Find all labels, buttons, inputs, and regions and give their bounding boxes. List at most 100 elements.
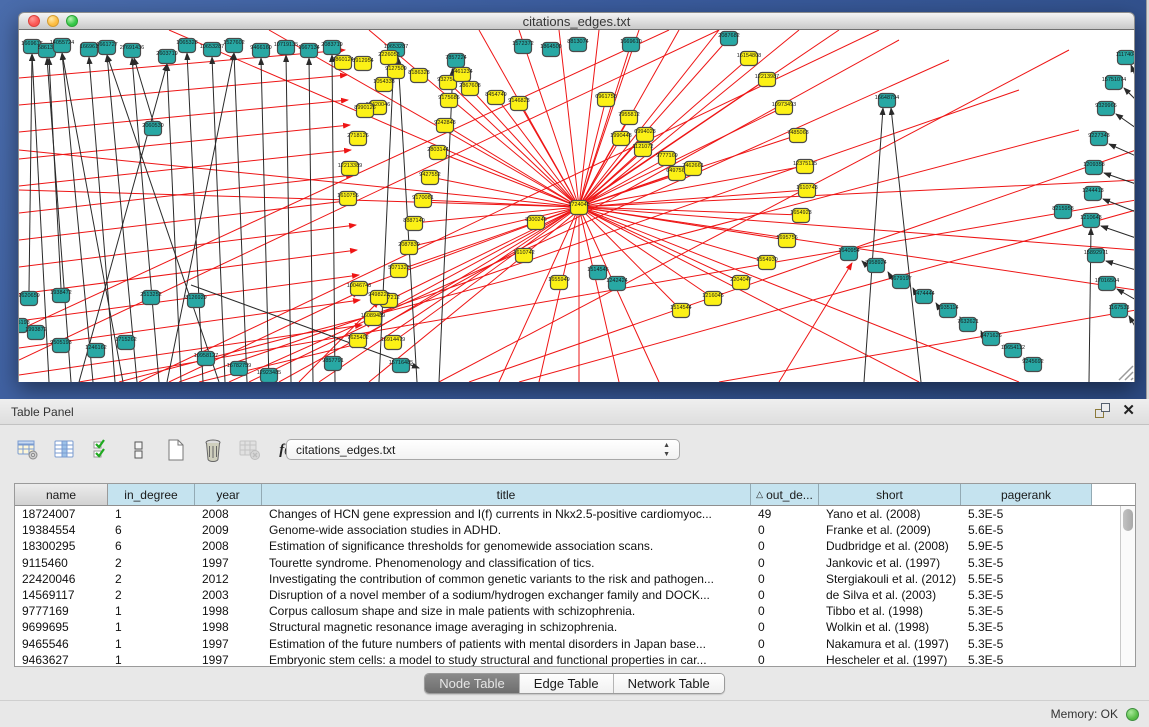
citation-edge-black[interactable] [332,55,335,382]
citation-edge-black[interactable] [261,58,269,382]
yellow-node[interactable]: 16914479 [381,336,405,350]
yellow-node[interactable]: 1610755 [337,192,358,206]
yellow-node[interactable]: 10973493 [772,101,796,115]
teal-node[interactable]: 10958127 [194,352,218,366]
yellow-node[interactable]: 8990126 [354,104,375,118]
citation-edge-red[interactable] [579,30,719,207]
citation-edge-red[interactable] [19,200,354,240]
citation-edge-black[interactable] [1124,88,1135,100]
teal-node[interactable]: 1117404 [1116,51,1135,65]
yellow-node[interactable]: 12375115 [793,160,817,174]
citation-edge-black[interactable] [864,108,883,382]
yellow-node[interactable]: 1121072 [632,143,653,157]
table-row[interactable]: 1830029562008Estimation of significance … [15,538,1120,554]
column-header-out-de-[interactable]: △out_de... [751,484,819,505]
teal-node[interactable]: 10653287 [200,43,224,57]
yellow-node[interactable]: 1514544 [670,304,691,318]
yellow-node[interactable]: 2718126 [347,132,368,146]
citation-network-graph[interactable]: 1669617586133140557241669611661727276914… [19,30,1135,382]
teal-node[interactable]: 10654112 [1001,344,1025,358]
yellow-node[interactable]: 7462661 [682,162,703,176]
teal-node[interactable]: 2513252 [140,291,161,305]
teal-node[interactable]: 1669610 [620,38,641,52]
yellow-node[interactable]: 8912954 [352,57,373,71]
citation-edge-red[interactable] [579,30,599,207]
citation-edge-black[interactable] [1104,173,1135,184]
yellow-node[interactable]: 2803144 [427,146,448,160]
citation-edge-red[interactable] [179,90,1019,382]
teal-node[interactable]: 7632621 [957,318,978,332]
teal-node[interactable]: 8958924 [865,259,886,273]
new-table-icon[interactable] [164,437,188,463]
citation-edge-black[interactable] [286,55,291,382]
citation-edge-red[interactable] [479,30,579,207]
yellow-node[interactable]: 6994028 [634,128,655,142]
yellow-node[interactable]: 1554930 [756,256,777,270]
teal-node[interactable]: 1167533 [1108,304,1129,318]
tab-network-table[interactable]: Network Table [614,674,724,693]
citation-edge-red[interactable] [579,207,919,382]
network-graph-canvas[interactable]: 1669617586133140557241669611661727276914… [18,30,1135,382]
citation-edge-black[interactable] [1106,261,1135,270]
teal-node[interactable]: 1209358 [1083,161,1104,175]
yellow-node[interactable]: 1990448 [610,132,631,146]
teal-node[interactable]: 15751074 [1102,76,1126,90]
citation-edge-black[interactable] [309,58,313,382]
citation-edge-red[interactable] [579,207,659,382]
teal-node[interactable]: 2083719 [321,41,342,55]
teal-node[interactable]: 1640954 [838,247,859,261]
teal-node[interactable]: 12923485 [257,369,281,383]
citation-edge-black[interactable] [1117,289,1135,300]
citation-edge-red[interactable] [169,30,579,207]
citation-edge-black[interactable] [891,108,921,382]
teal-node[interactable]: 15892971 [1084,249,1108,263]
table-row[interactable]: 1938455462009Genome-wide association stu… [15,522,1120,538]
yellow-node[interactable]: 8887140 [403,217,424,231]
citation-edge-red[interactable] [719,310,1135,382]
yellow-node[interactable]: 1216045 [702,292,723,306]
table-scrollbar-thumb[interactable] [1123,509,1133,531]
yellow-node[interactable]: 7955812 [618,111,639,125]
teal-node[interactable]: 10719135 [274,41,298,55]
citation-edge-red[interactable] [579,207,1019,382]
yellow-node[interactable]: 9146823 [508,97,529,111]
teal-node[interactable]: 1667134 [298,44,319,58]
teal-node[interactable]: 2087682 [718,32,739,46]
teal-node[interactable]: 1715262 [115,336,136,350]
table-row[interactable]: 1456911722003Disruption of a novel membe… [15,587,1120,603]
yellow-node[interactable]: 9498222 [368,291,389,305]
table-settings-icon[interactable] [16,437,40,463]
teal-node[interactable]: 8471626 [980,332,1001,346]
teal-node[interactable]: 15716485 [389,359,413,373]
yellow-node[interactable]: 5461234 [451,68,472,82]
select-all-columns-icon[interactable] [90,437,114,463]
teal-node[interactable]: 7857224 [445,54,466,68]
teal-node[interactable]: 2603719 [156,50,177,64]
yellow-node[interactable]: 1054338 [373,78,394,92]
yellow-node[interactable]: 2204047 [730,276,751,290]
yellow-node[interactable]: 8300246 [525,216,546,230]
teal-node[interactable]: 16648794 [875,94,899,108]
table-row[interactable]: 2242004622012Investigating the contribut… [15,571,1120,587]
teal-node[interactable]: 6679197 [890,275,911,289]
column-header-in-degree[interactable]: in_degree [108,484,195,505]
row-height-icon[interactable] [127,437,151,463]
teal-node[interactable]: 9329965 [1095,102,1116,116]
teal-node[interactable]: 1527602 [223,39,244,53]
close-panel-icon[interactable]: ✕ [1122,403,1135,418]
citation-edge-black[interactable] [49,58,61,288]
citation-edge-red[interactable] [430,177,579,207]
yellow-node[interactable]: 7625402 [347,334,368,348]
column-header-title[interactable]: title [262,484,751,505]
yellow-node[interactable]: 2087839 [398,241,419,255]
network-window-titlebar[interactable]: citations_edges.txt [18,12,1135,30]
yellow-node[interactable]: 9427552 [419,171,440,185]
teal-node[interactable]: 8215958 [1052,205,1073,219]
teal-node[interactable]: 14055724 [50,39,74,53]
teal-node[interactable]: 9245692 [1022,358,1043,372]
teal-node[interactable]: 9466160 [250,44,271,58]
teal-node[interactable]: 27691436 [120,44,144,58]
yellow-node[interactable]: 9777169 [656,152,677,166]
show-columns-icon[interactable] [53,437,77,463]
teal-node[interactable]: 2935114 [937,304,958,318]
